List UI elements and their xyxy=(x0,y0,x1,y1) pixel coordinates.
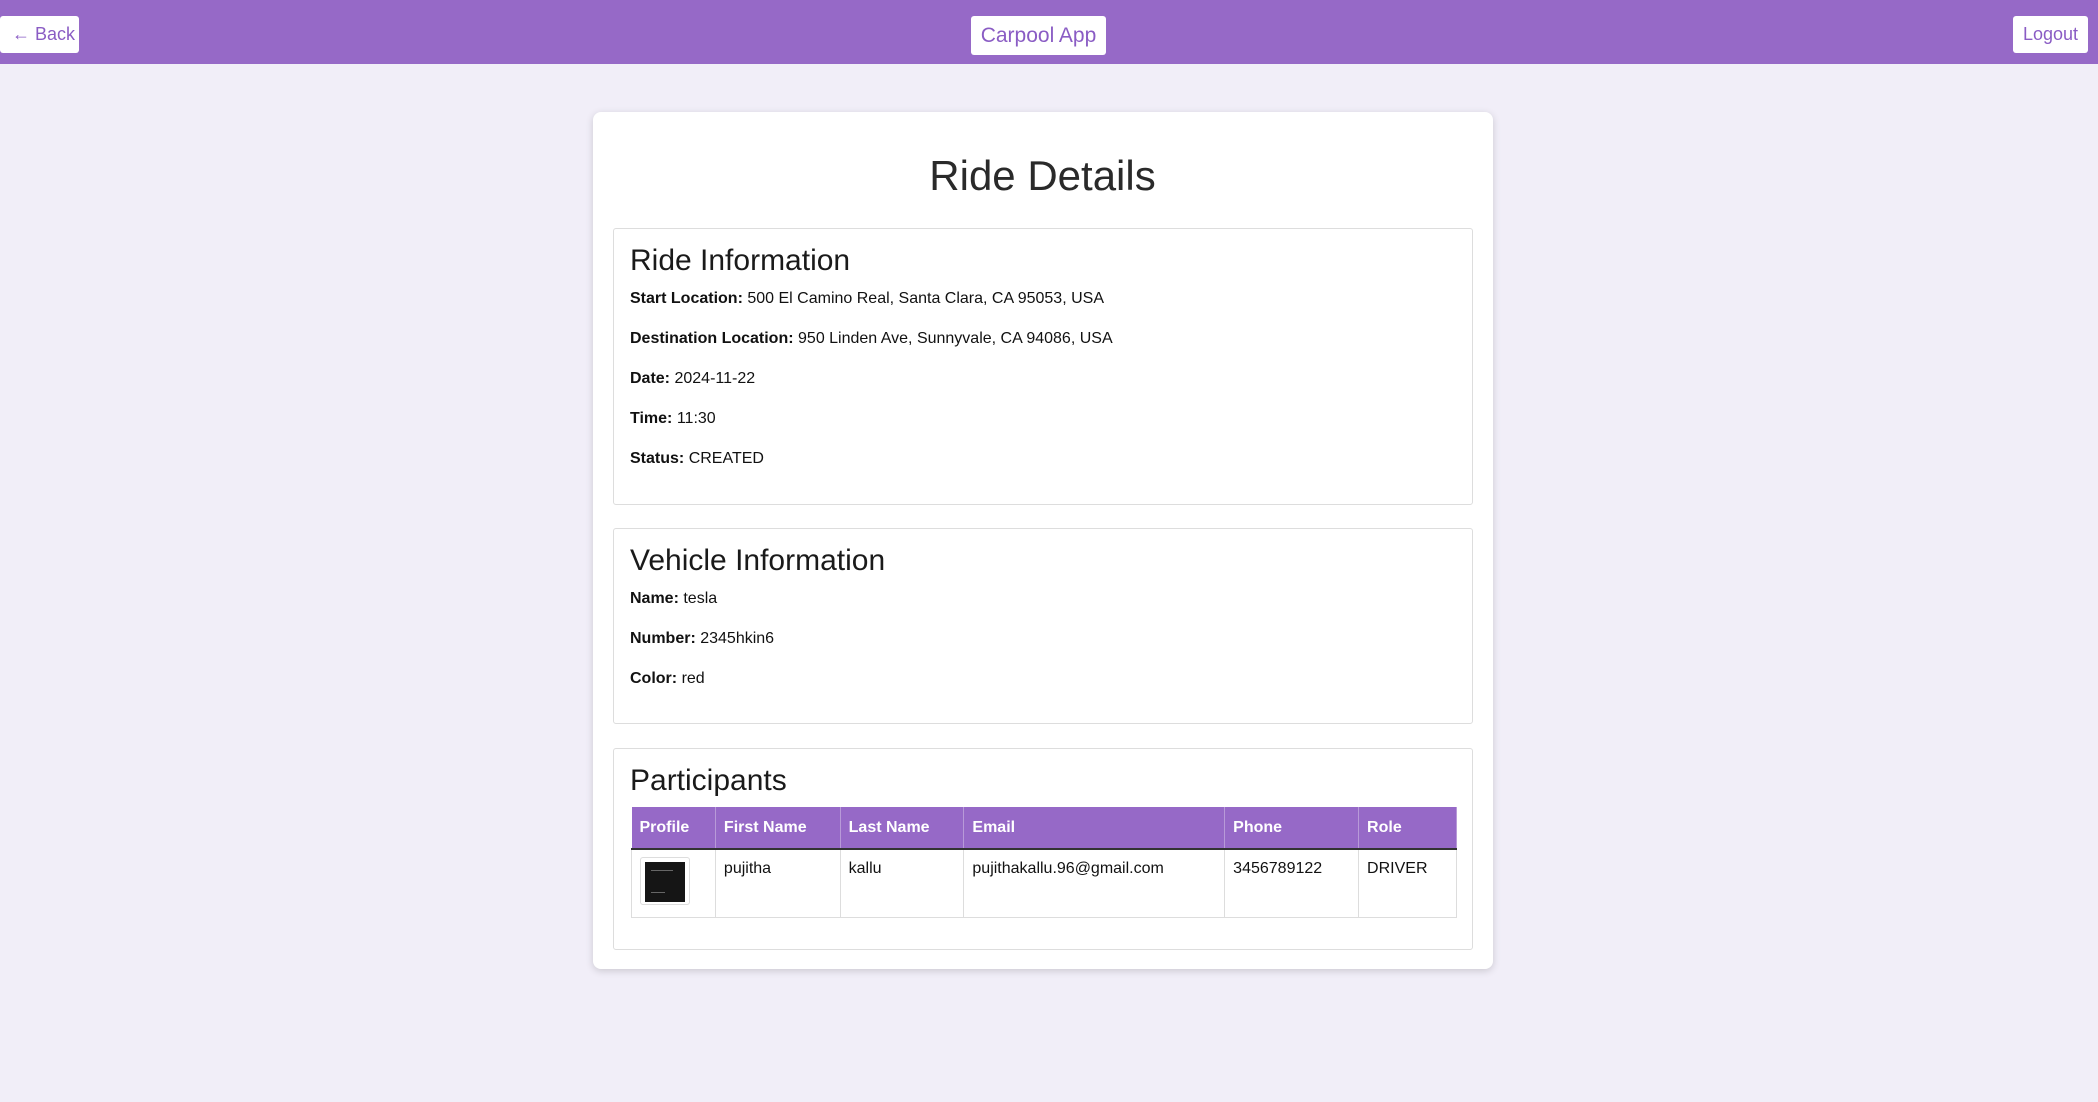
ride-information-heading: Ride Information xyxy=(630,244,851,277)
logout-button[interactable]: Logout xyxy=(2013,16,2088,53)
vehicle-information-heading: Vehicle Information xyxy=(630,544,886,577)
destination-location-field: Destination Location: 950 Linden Ave, Su… xyxy=(630,329,1113,349)
app-title-button[interactable]: Carpool App xyxy=(971,16,1106,55)
status-value: CREATED xyxy=(688,450,764,467)
status-label: Status: xyxy=(630,450,685,467)
top-navbar: ← Back Carpool App Logout xyxy=(0,0,2098,64)
table-header-row: Profile First Name Last Name Email Phone… xyxy=(631,807,1457,850)
vehicle-number-label: Number: xyxy=(630,630,696,647)
column-header-email: Email xyxy=(963,807,1226,850)
time-value: 11:30 xyxy=(676,410,716,427)
arrow-left-icon: ← xyxy=(12,24,30,44)
start-location-label: Start Location: xyxy=(630,290,743,307)
start-location-value: 500 El Camino Real, Santa Clara, CA 9505… xyxy=(747,290,1104,307)
date-label: Date: xyxy=(630,370,671,387)
back-label: Back xyxy=(35,24,76,44)
profile-cell xyxy=(631,848,716,918)
vehicle-name-value: tesla xyxy=(683,590,718,607)
avatar-frame[interactable] xyxy=(640,857,690,905)
first-name-cell: pujitha xyxy=(714,848,841,918)
phone-cell: 3456789122 xyxy=(1224,848,1360,918)
vehicle-color-label: Color: xyxy=(630,670,678,687)
start-location-field: Start Location: 500 El Camino Real, Sant… xyxy=(630,289,1104,309)
participants-table: Profile First Name Last Name Email Phone… xyxy=(631,807,1457,918)
email-cell: pujithakallu.96@gmail.com xyxy=(963,848,1226,918)
vehicle-information-section: Vehicle Information Name: tesla Number: … xyxy=(613,528,1473,724)
avatar xyxy=(645,862,685,902)
time-label: Time: xyxy=(630,410,673,427)
destination-location-label: Destination Location: xyxy=(630,330,794,347)
ride-information-section: Ride Information Start Location: 500 El … xyxy=(613,228,1473,505)
column-header-last-name: Last Name xyxy=(840,807,965,850)
status-field: Status: CREATED xyxy=(630,449,764,469)
vehicle-name-label: Name: xyxy=(630,590,679,607)
last-name-cell: kallu xyxy=(839,848,965,918)
column-header-phone: Phone xyxy=(1224,807,1360,850)
participants-section: Participants Profile First Name Last Nam… xyxy=(613,748,1473,950)
back-button[interactable]: ← Back xyxy=(0,16,79,53)
time-field: Time: 11:30 xyxy=(630,409,716,429)
table-row: pujitha kallu pujithakallu.96@gmail.com … xyxy=(631,848,1457,918)
vehicle-number-field: Number: 2345hkin6 xyxy=(630,629,774,649)
vehicle-name-field: Name: tesla xyxy=(630,589,717,609)
vehicle-number-value: 2345hkin6 xyxy=(700,630,775,647)
column-header-profile: Profile xyxy=(631,807,716,850)
page-title: Ride Details xyxy=(929,152,1156,199)
vehicle-color-value: red xyxy=(681,670,705,687)
destination-location-value: 950 Linden Ave, Sunnyvale, CA 94086, USA xyxy=(798,330,1113,347)
column-header-first-name: First Name xyxy=(715,807,841,850)
vehicle-color-field: Color: red xyxy=(630,669,705,689)
column-header-role: Role xyxy=(1358,807,1457,850)
role-cell: DRIVER xyxy=(1358,848,1457,918)
date-value: 2024-11-22 xyxy=(674,370,756,387)
date-field: Date: 2024-11-22 xyxy=(630,369,755,389)
participants-heading: Participants xyxy=(630,764,787,797)
